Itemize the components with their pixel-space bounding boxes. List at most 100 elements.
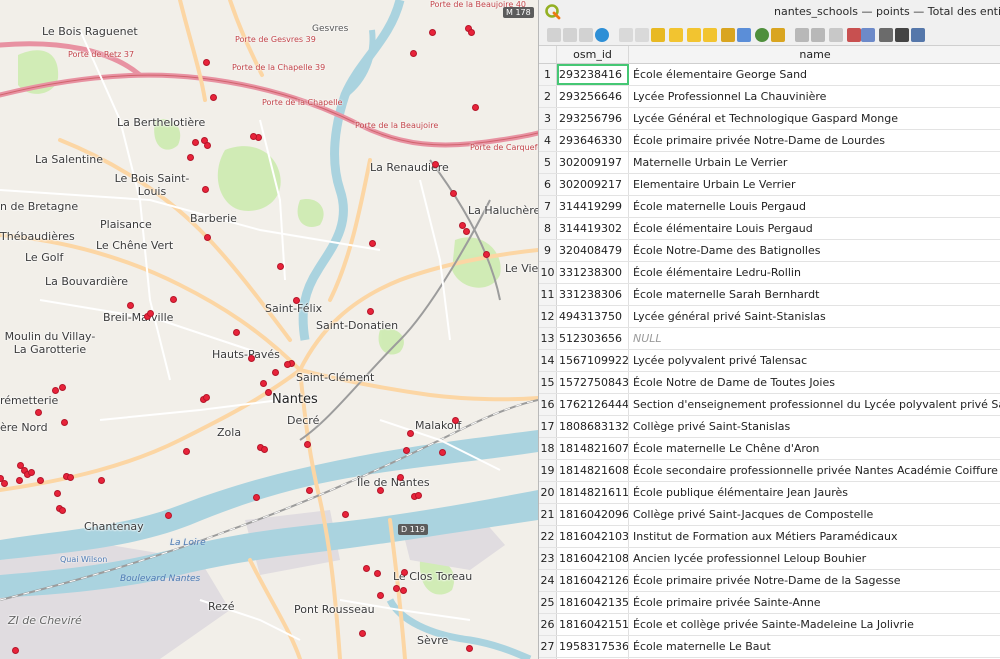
cell-osm-id[interactable]: 314419299 xyxy=(557,196,629,217)
table-row[interactable]: 21 1816042096 Collège privé Saint-Jacques … xyxy=(539,504,1000,526)
row-number[interactable]: 25 xyxy=(539,592,557,613)
cell-osm-id[interactable]: 293646330 xyxy=(557,130,629,151)
cell-osm-id[interactable]: 1816042108 xyxy=(557,548,629,569)
row-number[interactable]: 10 xyxy=(539,262,557,283)
row-number[interactable]: 7 xyxy=(539,196,557,217)
pan-to-selected-icon[interactable] xyxy=(755,28,769,42)
cell-osm-id[interactable]: 1814821611 xyxy=(557,482,629,503)
column-header-osm-id[interactable]: osm_id xyxy=(557,46,629,64)
paste-features-icon[interactable] xyxy=(811,28,825,42)
cell-osm-id[interactable]: 1816042135 xyxy=(557,592,629,613)
cell-name[interactable]: École maternelle Sarah Bernhardt xyxy=(629,284,1000,305)
cell-name[interactable]: Collège privé Saint-Stanislas xyxy=(629,416,1000,437)
table-row[interactable]: 18 1814821607 École maternelle Le Chêne d'… xyxy=(539,438,1000,460)
school-point[interactable] xyxy=(376,486,384,494)
cell-osm-id[interactable]: 320408479 xyxy=(557,240,629,261)
row-number[interactable]: 12 xyxy=(539,306,557,327)
row-number[interactable]: 5 xyxy=(539,152,557,173)
school-point[interactable] xyxy=(392,584,400,592)
table-row[interactable]: 16 1762126444 Section d'enseignement profe… xyxy=(539,394,1000,416)
school-point[interactable] xyxy=(373,569,381,577)
table-row[interactable]: 1 293238416 École élementaire George Sand xyxy=(539,64,1000,86)
row-number[interactable]: 3 xyxy=(539,108,557,129)
filter-select-icon[interactable] xyxy=(721,28,735,42)
row-number[interactable]: 24 xyxy=(539,570,557,591)
cell-name[interactable]: École primaire privée Notre-Dame de Lour… xyxy=(629,130,1000,151)
cell-osm-id[interactable]: 302009217 xyxy=(557,174,629,195)
cell-name[interactable]: Lycée Général et Technologique Gaspard M… xyxy=(629,108,1000,129)
cell-osm-id[interactable]: 1567109922 xyxy=(557,350,629,371)
cell-osm-id[interactable]: 302009197 xyxy=(557,152,629,173)
cell-name[interactable]: École élementaire George Sand xyxy=(629,64,1000,85)
cell-name[interactable]: École publique élémentaire Jean Jaurès xyxy=(629,482,1000,503)
reload-icon[interactable] xyxy=(595,28,609,42)
cell-osm-id[interactable]: 314419302 xyxy=(557,218,629,239)
school-point[interactable] xyxy=(60,418,68,426)
cell-name[interactable]: Lycée polyvalent privé Talensac xyxy=(629,350,1000,371)
school-point[interactable] xyxy=(341,510,349,518)
table-row[interactable]: 26 1816042151 École et collège privée Sain… xyxy=(539,614,1000,636)
table-row[interactable]: 5 302009197 Maternelle Urbain Le Verrier xyxy=(539,152,1000,174)
school-point[interactable] xyxy=(36,476,44,484)
school-point[interactable] xyxy=(252,493,260,501)
school-point[interactable] xyxy=(399,586,407,594)
school-point[interactable] xyxy=(53,489,61,497)
school-point[interactable] xyxy=(209,93,217,101)
table-row[interactable]: 10 331238300 École élémentaire Ledru-Rolli… xyxy=(539,262,1000,284)
multi-edit-icon[interactable] xyxy=(563,28,577,42)
deselect-all-icon[interactable] xyxy=(703,28,717,42)
school-point[interactable] xyxy=(201,185,209,193)
school-point[interactable] xyxy=(467,28,475,36)
row-number[interactable]: 18 xyxy=(539,438,557,459)
row-number[interactable]: 8 xyxy=(539,218,557,239)
school-point[interactable] xyxy=(0,479,8,487)
row-number[interactable]: 1 xyxy=(539,64,557,85)
cell-osm-id[interactable]: 1816042151 xyxy=(557,614,629,635)
row-number[interactable]: 16 xyxy=(539,394,557,415)
row-number[interactable]: 9 xyxy=(539,240,557,261)
copy-rows-icon[interactable] xyxy=(795,28,809,42)
table-row[interactable]: 14 1567109922 Lycée polyvalent privé Talen… xyxy=(539,350,1000,372)
cell-name[interactable]: Collège privé Saint-Jacques de Compostel… xyxy=(629,504,1000,525)
school-point[interactable] xyxy=(431,160,439,168)
school-point[interactable] xyxy=(396,473,404,481)
select-all-icon[interactable] xyxy=(669,28,683,42)
school-point[interactable] xyxy=(264,388,272,396)
school-point[interactable] xyxy=(438,448,446,456)
column-header-name[interactable]: name xyxy=(629,46,1000,64)
row-number[interactable]: 2 xyxy=(539,86,557,107)
cell-name[interactable]: Section d'enseignement professionnel du … xyxy=(629,394,1000,415)
cell-osm-id[interactable]: 293256646 xyxy=(557,86,629,107)
row-number[interactable]: 15 xyxy=(539,372,557,393)
cell-name[interactable]: École maternelle Louis Pergaud xyxy=(629,196,1000,217)
table-row[interactable]: 7 314419299 École maternelle Louis Pergaud xyxy=(539,196,1000,218)
school-point[interactable] xyxy=(283,360,291,368)
school-point[interactable] xyxy=(376,591,384,599)
toggle-editing-icon[interactable] xyxy=(547,28,561,42)
school-point[interactable] xyxy=(191,138,199,146)
row-number[interactable]: 21 xyxy=(539,504,557,525)
cell-osm-id[interactable]: 293238416 xyxy=(557,64,629,85)
school-point[interactable] xyxy=(368,239,376,247)
cell-name[interactable]: École Notre-Dame des Batignolles xyxy=(629,240,1000,261)
school-point[interactable] xyxy=(202,58,210,66)
cell-name[interactable]: NULL xyxy=(629,328,1000,349)
school-point[interactable] xyxy=(303,440,311,448)
cell-osm-id[interactable]: 1816042096 xyxy=(557,504,629,525)
map-canvas[interactable]: Le Bois Raguenet La Berthelotière La Sal… xyxy=(0,0,538,659)
table-row[interactable]: 19 1814821608 École secondaire professionn… xyxy=(539,460,1000,482)
cell-name[interactable]: École maternelle Le Chêne d'Aron xyxy=(629,438,1000,459)
school-point[interactable] xyxy=(406,429,414,437)
school-point[interactable] xyxy=(259,379,267,387)
attribute-table[interactable]: osm_id name 1 293238416 École élementaire … xyxy=(539,46,1000,659)
cell-name[interactable]: Lycée Professionnel La Chauvinière xyxy=(629,86,1000,107)
table-row[interactable]: 9 320408479 École Notre-Dame des Batignoll… xyxy=(539,240,1000,262)
row-number[interactable]: 22 xyxy=(539,526,557,547)
conditional-formatting-icon[interactable] xyxy=(879,28,893,42)
cell-name[interactable]: École maternelle Le Baut xyxy=(629,636,1000,657)
school-point[interactable] xyxy=(27,468,35,476)
save-edits-icon[interactable] xyxy=(579,28,593,42)
cell-name[interactable]: École élémentaire Ledru-Rollin xyxy=(629,262,1000,283)
row-number[interactable]: 4 xyxy=(539,130,557,151)
delete-features-icon[interactable] xyxy=(635,28,649,42)
